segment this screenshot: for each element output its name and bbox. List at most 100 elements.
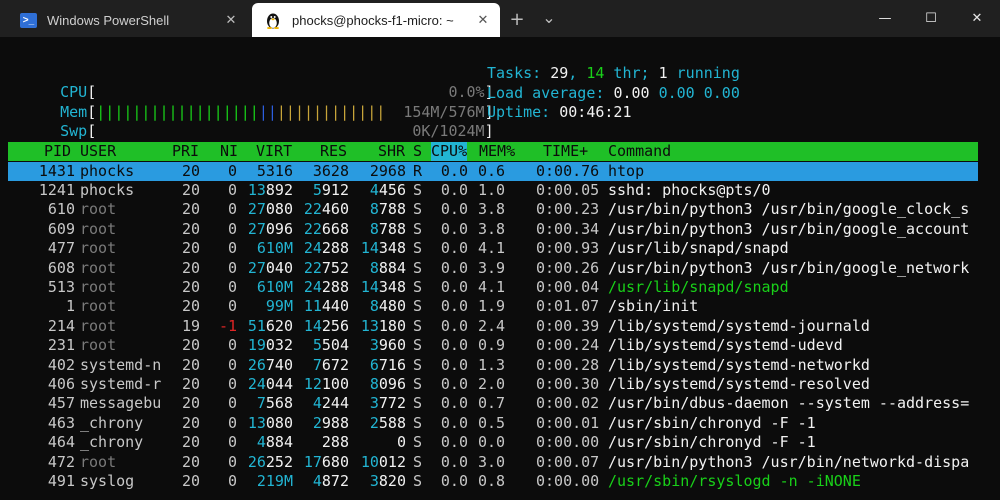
process-row[interactable]: 406 systemd-r 20 0 24044 12100 8096 S 0.0 2.0 0:00… [8, 375, 978, 394]
process-row[interactable]: 214 root 19 -1 51620 14256 13180 S 0.0 2.4 0:00.39… [8, 317, 978, 336]
cell-time: 0:01.07 [536, 297, 600, 316]
column-header-shr[interactable]: SHR [378, 142, 405, 161]
column-header-res[interactable]: RES [320, 142, 347, 161]
cell-time: 0:00.39 [536, 316, 600, 335]
cell-pid: 1431 [38, 161, 75, 180]
cell-ni: 0 [227, 258, 237, 277]
cell-pid: 1241 [38, 180, 75, 199]
cell-time: 0:00.00 [536, 471, 600, 490]
tab-windows-powershell[interactable]: >_ Windows PowerShell ✕ [8, 3, 248, 37]
cell-cmd: /usr/bin/python3 /usr/bin/google_network [608, 258, 970, 277]
column-header-time[interactable]: TIME+ [543, 142, 588, 161]
cell-mem: 0.6 [478, 161, 506, 180]
tasks-summary: Tasks: 29, 14 thr; 1 running [487, 64, 740, 83]
process-row[interactable]: 608 root 20 0 27040 22752 8884 S 0.0 3.9 0:00.26/u… [8, 259, 978, 278]
process-row[interactable]: 231 root 20 0 19032 5504 3960 S 0.0 0.9 0:00.24/li… [8, 336, 978, 355]
cell-pri: 20 [181, 355, 200, 374]
tab-ssh-session[interactable]: phocks@phocks-f1-micro: ~ ✕ [252, 3, 500, 37]
cell-cpu: 0.0 [440, 161, 468, 180]
cell-virt: 51620 [247, 316, 293, 335]
cell-cpu: 0.0 [440, 336, 468, 355]
cell-s: S [413, 258, 423, 277]
mem-meter: Mem[|||||||||||||||||||||||||||||||| 154… [24, 84, 494, 121]
process-row[interactable]: 464 _chrony 20 0 4884 288 0 S 0.0 0.0 0:00.00/usr/… [8, 433, 978, 452]
cell-pri: 20 [181, 433, 200, 452]
column-header-user[interactable]: USER [80, 142, 116, 161]
meter-bracket: [ [87, 122, 97, 141]
tab-dropdown-button[interactable]: ⌄ [536, 4, 562, 30]
column-header-pid[interactable]: PID [44, 142, 71, 161]
cell-res: 17680 [303, 452, 349, 471]
close-tab-icon[interactable]: ✕ [222, 11, 240, 29]
cell-ni: 0 [227, 297, 237, 316]
process-row[interactable]: 463 _chrony 20 0 13080 2988 2588 S 0.0 0.5 0:00.01… [8, 414, 978, 433]
cell-virt: 4884 [256, 433, 293, 452]
process-row[interactable]: 609 root 20 0 27096 22668 8788 S 0.0 3.8 0:00.34/u… [8, 220, 978, 239]
column-header-virt[interactable]: VIRT [256, 142, 292, 161]
column-header-ni[interactable]: NI [220, 142, 238, 161]
cell-res: 22752 [303, 258, 349, 277]
cell-cpu: 0.0 [440, 374, 468, 393]
cell-ni: 0 [227, 471, 237, 490]
cell-mem: 4.1 [478, 239, 506, 258]
close-window-button[interactable]: ✕ [954, 0, 1000, 37]
cell-cpu: 0.0 [440, 394, 468, 413]
cell-user: _chrony [80, 413, 144, 432]
cell-user: _chrony [80, 433, 144, 452]
cell-shr: 3960 [369, 336, 406, 355]
cell-shr: 14348 [360, 277, 406, 296]
terminal-pane[interactable]: CPU[ 0.0%] Mem[|||||||||||||||||||||||||… [0, 37, 1000, 500]
cell-shr: 2968 [369, 161, 406, 180]
cell-s: S [413, 239, 423, 258]
load-15min: 0.00 [703, 83, 740, 102]
column-header-mem[interactable]: MEM% [479, 142, 515, 161]
cell-ni: 0 [227, 355, 237, 374]
swap-meter: Swp[ 0K/1024M] [24, 103, 493, 140]
column-header-cmd[interactable]: Command [608, 142, 671, 161]
process-row[interactable]: 477 root 20 0 610M 24288 14348 S 0.0 4.1 0:00.93/u… [8, 239, 978, 258]
new-tab-button[interactable]: + [504, 6, 530, 32]
cell-pri: 19 [181, 316, 200, 335]
column-header-pri[interactable]: PRI [172, 142, 199, 161]
maximize-button[interactable]: ☐ [908, 0, 954, 37]
cell-time: 0:00.34 [536, 219, 600, 238]
cell-time: 0:00.30 [536, 374, 600, 393]
cell-time: 0:00.76 [536, 161, 600, 180]
process-row[interactable]: 1241 phocks 20 0 13892 5912 4456 S 0.0 1.0 0:00.05… [8, 181, 978, 200]
linux-tux-icon [267, 13, 279, 29]
cell-mem: 1.0 [478, 180, 506, 199]
column-header-cpu[interactable]: CPU% [431, 142, 468, 162]
column-header-s[interactable]: S [413, 142, 422, 161]
cell-s: S [413, 471, 423, 490]
process-row[interactable]: 1431 phocks 20 0 5316 3628 2968 R 0.0 0.6 0:00.76 h… [8, 161, 978, 181]
process-row[interactable]: 491 syslog 20 0 219M 4872 3820 S 0.0 0.8 0:00.00/u… [8, 472, 978, 491]
cell-res: 288 [321, 433, 349, 452]
load-average: Load average: 0.00 0.00 0.00 [487, 84, 740, 103]
cell-shr: 8788 [369, 219, 406, 238]
cell-cpu: 0.0 [440, 433, 468, 452]
cell-user: root [80, 297, 117, 316]
process-row[interactable]: 610 root 20 0 27080 22460 8788 S 0.0 3.8 0:00.23/u… [8, 200, 978, 219]
minimize-button[interactable]: — [862, 0, 908, 37]
load-1min: 0.00 [613, 83, 650, 102]
cell-ni: 0 [227, 374, 237, 393]
process-row[interactable]: 472 root 20 0 26252 17680 10012 S 0.0 3.0 0:00.07 /… [8, 453, 978, 472]
cell-pri: 20 [181, 219, 200, 238]
meter-label: Swp [60, 122, 88, 141]
process-row[interactable]: 1 root 20 0 99M 11440 8480 S 0.0 1.9 0:01.07/sbin/… [8, 297, 978, 316]
process-row[interactable]: 402 systemd-n 20 0 26740 7672 6716 S 0.0 1.3 0:00.… [8, 356, 978, 375]
cell-user: root [80, 452, 117, 471]
cell-ni: 0 [227, 277, 237, 296]
cell-ni: 0 [227, 200, 237, 219]
close-tab-icon[interactable]: ✕ [474, 11, 492, 29]
cell-virt: 610M [256, 277, 293, 296]
process-row[interactable]: 513 root 20 0 610M 24288 14348 S 0.0 4.1 0:00.04/u… [8, 278, 978, 297]
cell-shr: 8480 [369, 297, 406, 316]
cell-pri: 20 [181, 239, 200, 258]
cell-virt: 27096 [247, 219, 293, 238]
cell-pid: 477 [47, 239, 75, 258]
cell-res: 4244 [312, 394, 349, 413]
cell-res: 11440 [303, 297, 349, 316]
process-row[interactable]: 457 messagebu 20 0 7568 4244 3772 S 0.0 0.7 0:00.0… [8, 394, 978, 413]
powershell-icon: >_ [20, 12, 37, 28]
